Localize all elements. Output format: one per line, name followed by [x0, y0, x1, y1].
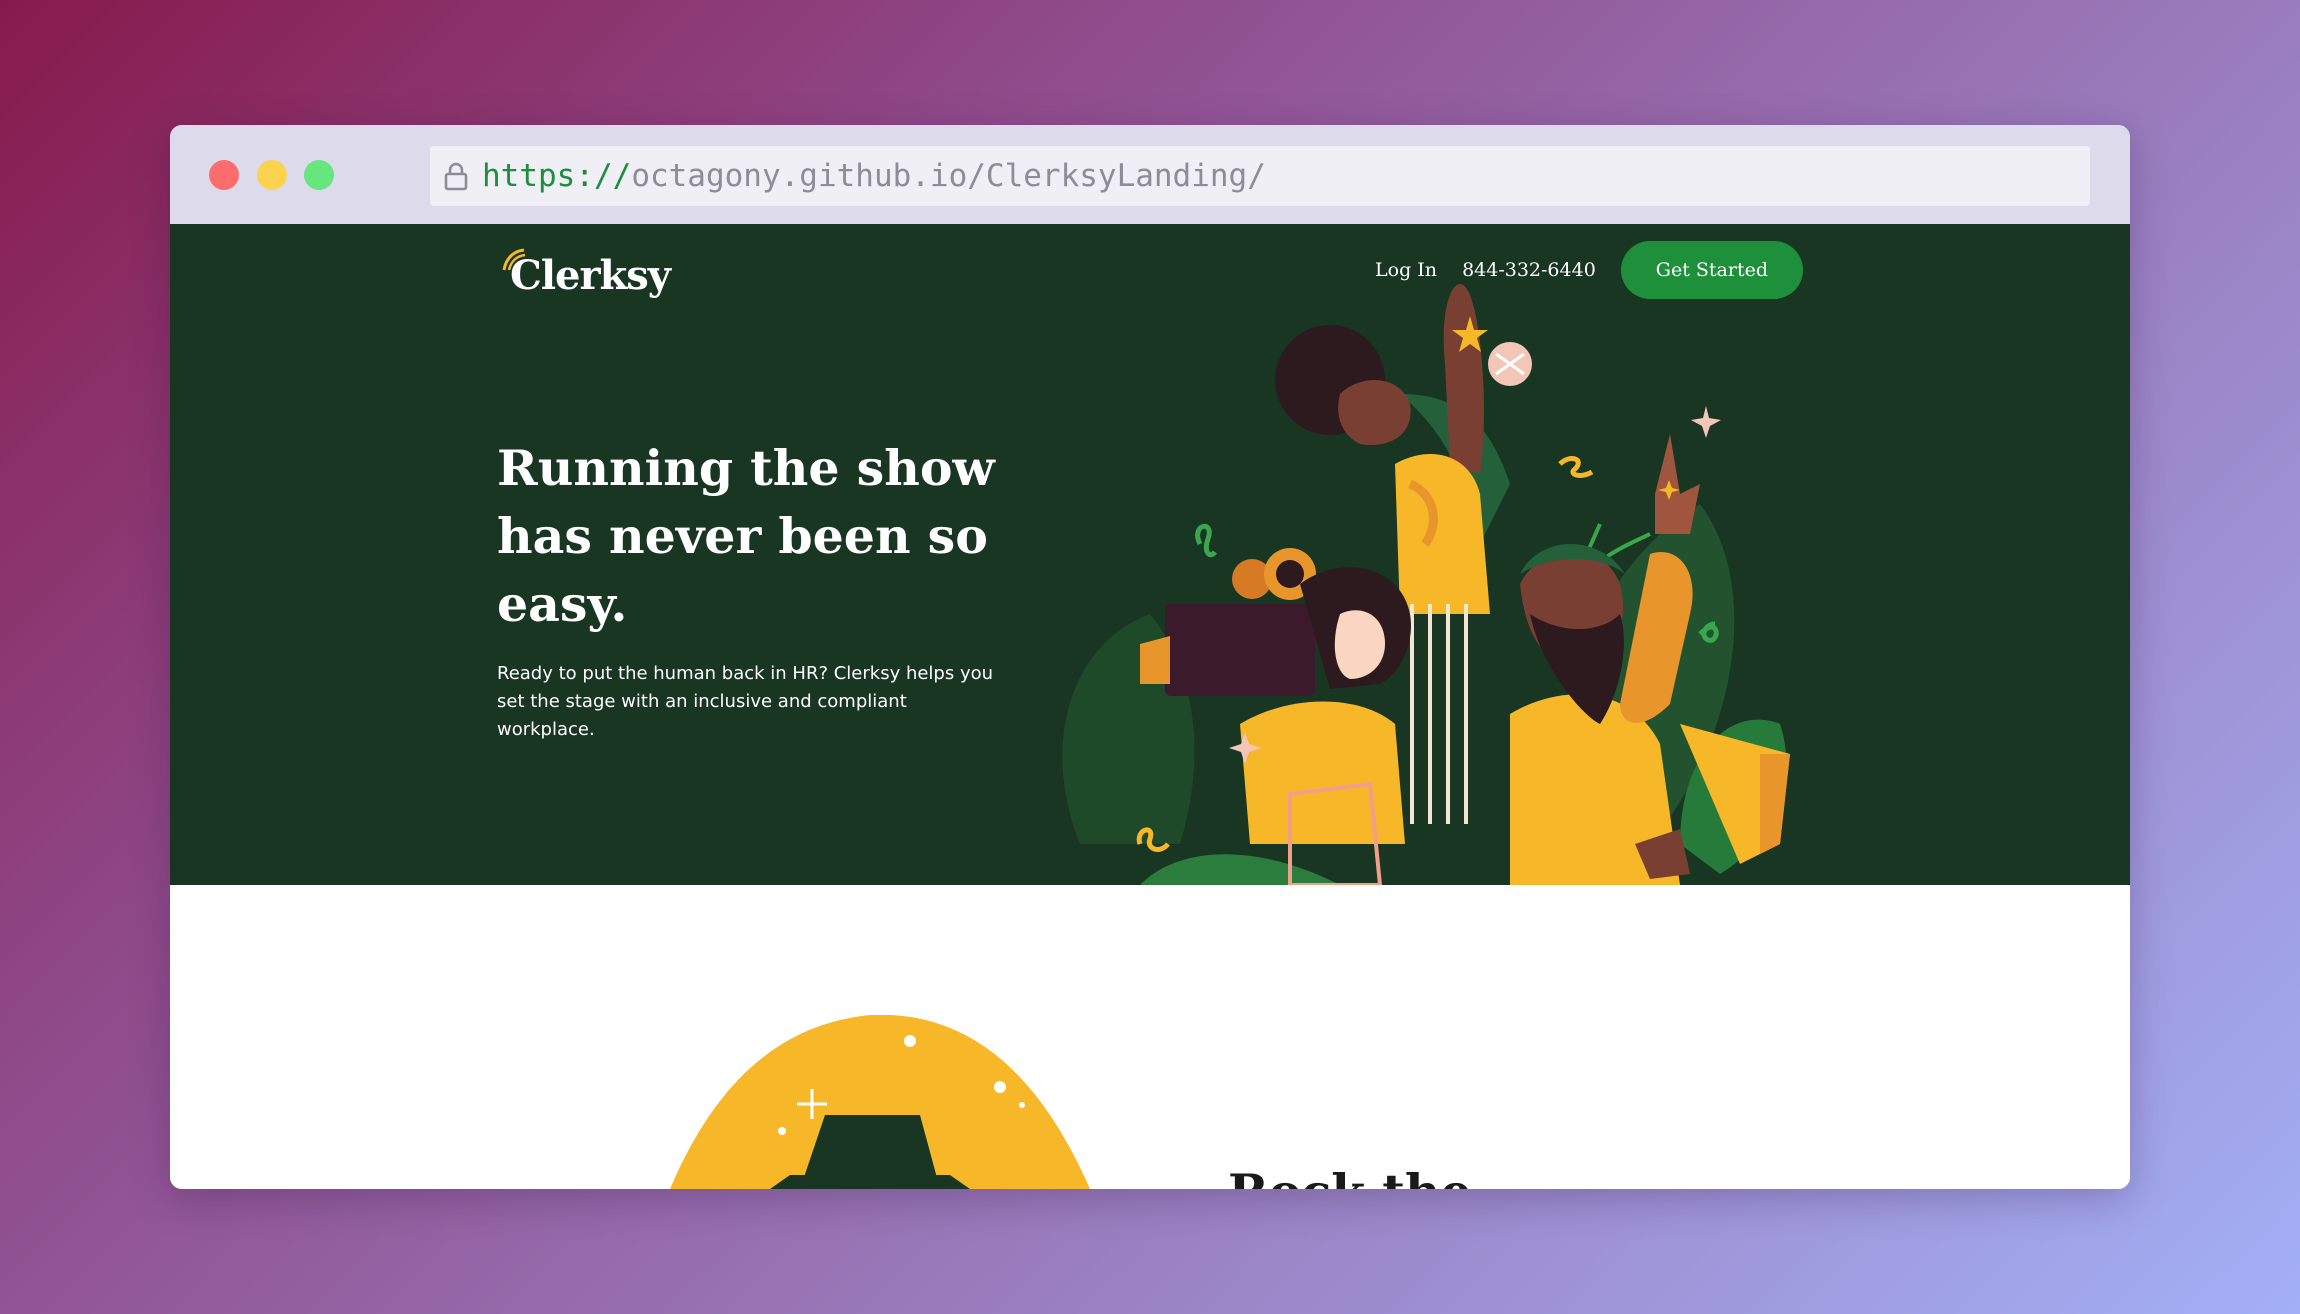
browser-toolbar: https://octagony.github.io/ClerksyLandin…	[170, 125, 2130, 224]
browser-window: https://octagony.github.io/ClerksyLandin…	[170, 125, 2130, 1189]
close-window-button[interactable]	[209, 160, 239, 190]
hero-headline: Running the show has never been so easy.	[497, 439, 995, 633]
hero-illustration	[1062, 284, 1790, 885]
minimize-window-button[interactable]	[257, 160, 287, 190]
features-section: Rock the	[170, 885, 2130, 1189]
phone-link[interactable]: 844-332-6440	[1462, 259, 1596, 281]
lock-icon	[444, 162, 468, 191]
clerksy-logo[interactable]: Clerksy	[500, 246, 671, 306]
section-heading: Rock the	[1228, 1162, 1472, 1189]
url-path: octagony.github.io/ClerksyLanding/	[631, 158, 1266, 194]
section-illustration	[670, 1015, 1090, 1189]
maximize-window-button[interactable]	[304, 160, 334, 190]
hero-section: Clerksy Log In 844-332-6440 Get Started …	[170, 224, 2130, 885]
url-text: https://octagony.github.io/ClerksyLandin…	[482, 146, 1266, 206]
url-scheme: https://	[482, 158, 632, 194]
address-bar[interactable]: https://octagony.github.io/ClerksyLandin…	[430, 146, 2090, 206]
login-link[interactable]: Log In	[1375, 259, 1437, 281]
hero-subtext: Ready to put the human back in HR? Clerk…	[497, 663, 994, 740]
logo-wordmark: Clerksy	[510, 252, 671, 299]
